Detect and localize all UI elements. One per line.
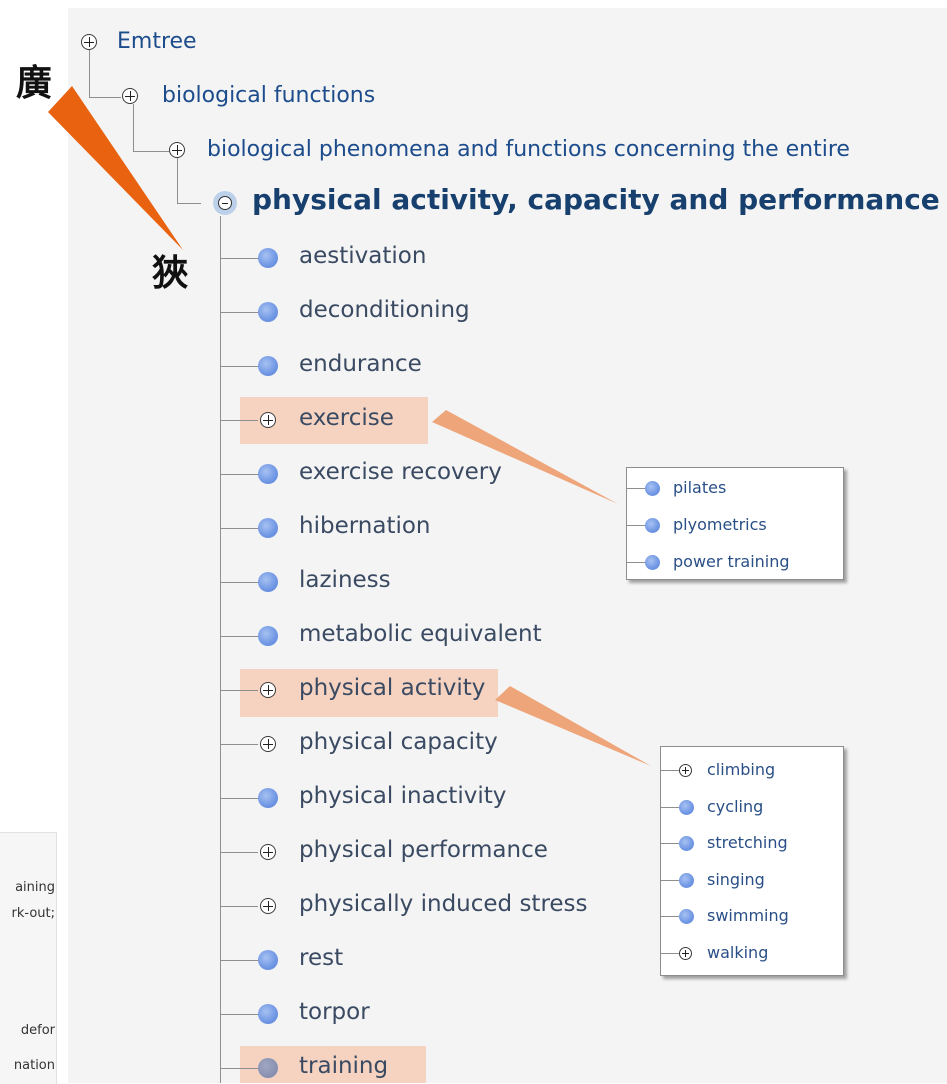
tree-connector <box>221 1068 259 1069</box>
tree-connector <box>661 879 679 881</box>
blue-dot-icon <box>258 572 278 592</box>
popup-label-power-training[interactable]: power training <box>673 554 790 570</box>
tree-connector <box>221 420 258 421</box>
tree-connector <box>177 158 178 204</box>
left-detail-panel: aining rk-out; defor nation <box>0 832 57 1084</box>
tree-connector <box>89 97 121 98</box>
tree-connector <box>661 806 679 808</box>
blue-dot-icon <box>258 1004 278 1024</box>
blue-dot-icon <box>258 464 278 484</box>
tree-connector <box>627 488 645 489</box>
tree-label-emtree[interactable]: Emtree <box>117 31 197 53</box>
tree-connector <box>221 690 258 691</box>
tree-connector <box>177 203 201 204</box>
blue-dot-icon <box>258 518 278 538</box>
tree-connector <box>221 906 258 907</box>
tree-label-biological-phenomena[interactable]: biological phenomena and functions conce… <box>207 139 850 161</box>
tree-connector <box>221 528 259 529</box>
tree-label-current[interactable]: physical activity, capacity and performa… <box>252 186 940 214</box>
popup-label-cycling[interactable]: cycling <box>707 798 763 815</box>
tree-label-biological-functions[interactable]: biological functions <box>162 85 375 107</box>
side-text-line: defor <box>20 1023 55 1038</box>
plus-circle-icon[interactable] <box>260 682 276 698</box>
tree-label-physical-inactivity[interactable]: physical inactivity <box>299 785 506 808</box>
blue-dot-icon <box>258 626 278 646</box>
blue-dot-icon <box>645 518 660 533</box>
side-text-line: rk-out; <box>11 906 55 921</box>
annotation-broad: 廣 <box>16 63 53 104</box>
tree-connector <box>221 798 259 799</box>
popup-label-climbing[interactable]: climbing <box>707 762 775 778</box>
tree-connector <box>133 151 169 152</box>
tree-label-physical-performance[interactable]: physical performance <box>299 839 548 862</box>
tree-label-exercise-recovery[interactable]: exercise recovery <box>299 461 502 484</box>
popup-label-stretching[interactable]: stretching <box>707 835 788 851</box>
tree-label-hibernation[interactable]: hibernation <box>299 515 431 538</box>
popup-label-plyometrics[interactable]: plyometrics <box>673 517 767 533</box>
tree-connector <box>89 50 90 98</box>
blue-dot-icon <box>258 1058 278 1078</box>
tree-connector <box>221 258 259 259</box>
tree-connector <box>221 744 258 745</box>
tree-label-exercise[interactable]: exercise <box>299 407 394 430</box>
tree-connector <box>133 104 134 152</box>
blue-dot-icon <box>258 302 278 322</box>
tree-label-rest[interactable]: rest <box>299 947 343 970</box>
plus-circle-icon[interactable] <box>679 947 692 960</box>
tree-connector <box>221 636 259 637</box>
blue-dot-icon <box>258 248 278 268</box>
blue-dot-icon <box>679 836 694 852</box>
plus-circle-icon[interactable] <box>260 412 276 428</box>
tree-connector <box>661 770 679 771</box>
popup-label-swimming[interactable]: swimming <box>707 908 789 924</box>
tree-label-physical-activity[interactable]: physical activity <box>299 677 485 700</box>
blue-dot-icon <box>645 555 660 570</box>
popup-label-pilates[interactable]: pilates <box>673 480 726 496</box>
tree-connector <box>627 562 645 563</box>
tree-label-endurance[interactable]: endurance <box>299 353 422 376</box>
tree-label-physical-capacity[interactable]: physical capacity <box>299 731 498 754</box>
exercise-subterms-popup: pilates plyometrics power training <box>626 467 844 580</box>
popup-label-walking[interactable]: walking <box>707 945 768 961</box>
blue-dot-icon <box>258 356 278 376</box>
tree-connector <box>220 216 221 1083</box>
tree-connector <box>661 953 679 954</box>
blue-dot-icon <box>679 872 694 888</box>
plus-circle-icon[interactable] <box>260 898 276 914</box>
blue-dot-icon <box>258 788 278 808</box>
plus-circle-icon[interactable] <box>260 736 276 752</box>
tree-connector <box>221 852 258 853</box>
tree-label-deconditioning[interactable]: deconditioning <box>299 299 470 322</box>
tree-label-laziness[interactable]: laziness <box>299 569 391 592</box>
tree-connector <box>661 843 679 845</box>
tree-connector <box>661 916 679 918</box>
tree-connector <box>221 582 259 583</box>
physical-activity-subterms-popup: climbing cycling stretching singing swimming… <box>660 746 844 976</box>
tree-connector <box>221 366 259 367</box>
tree-label-torpor[interactable]: torpor <box>299 1001 370 1024</box>
tree-connector <box>221 474 259 475</box>
tree-connector <box>221 1014 259 1015</box>
tree-label-aestivation[interactable]: aestivation <box>299 245 426 268</box>
side-text-line: aining <box>15 880 55 895</box>
side-text-line: nation <box>13 1058 55 1073</box>
annotation-narrow: 狹 <box>152 253 189 294</box>
plus-circle-icon[interactable] <box>679 764 692 777</box>
tree-connector <box>627 525 645 526</box>
blue-dot-icon <box>679 909 694 925</box>
tree-connector <box>221 960 259 961</box>
plus-circle-icon[interactable] <box>81 34 97 50</box>
plus-circle-icon[interactable] <box>260 844 276 860</box>
blue-dot-icon <box>258 950 278 970</box>
minus-circle-icon[interactable] <box>213 191 237 215</box>
popup-label-singing[interactable]: singing <box>707 871 765 888</box>
tree-label-metabolic-equivalent[interactable]: metabolic equivalent <box>299 623 542 646</box>
plus-circle-icon[interactable] <box>122 88 138 104</box>
tree-label-training[interactable]: training <box>299 1055 388 1078</box>
blue-dot-icon <box>679 799 694 815</box>
plus-circle-icon[interactable] <box>169 142 185 158</box>
tree-connector <box>221 312 259 313</box>
tree-label-physically-induced-stress[interactable]: physically induced stress <box>299 893 588 916</box>
blue-dot-icon <box>645 481 660 496</box>
